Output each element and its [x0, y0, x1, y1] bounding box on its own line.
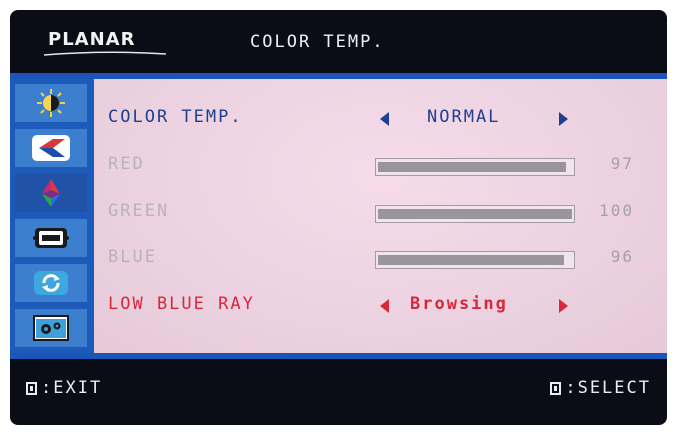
red-slider [375, 158, 575, 176]
arrow-left-icon[interactable] [380, 299, 389, 313]
low-blue-ray-label: LOW BLUE RAY [108, 294, 255, 314]
select-key-icon [550, 381, 562, 395]
exit-label: :EXIT [41, 378, 103, 398]
brightness-contrast-icon [37, 89, 65, 117]
footer-divider [10, 353, 667, 359]
blue-row: BLUE 96 [94, 243, 667, 273]
page-title: COLOR TEMP. [250, 32, 385, 52]
color-icon [42, 179, 60, 207]
blue-slider [375, 251, 575, 269]
color-temp-label: COLOR TEMP. [108, 107, 243, 127]
sidebar-item-setup[interactable] [15, 309, 87, 347]
red-slider-fill [378, 162, 566, 172]
sidebar-item-osd[interactable] [15, 219, 87, 257]
sidebar [10, 79, 94, 353]
sidebar-item-reset[interactable] [15, 264, 87, 302]
red-row: RED 97 [94, 150, 667, 180]
red-label: RED [108, 154, 145, 174]
logo-swoosh [44, 51, 166, 56]
blue-value: 96 [610, 247, 634, 266]
header: PLANAR COLOR TEMP. [10, 10, 667, 76]
red-value: 97 [610, 154, 634, 173]
setup-icon [33, 315, 69, 341]
select-hint: :SELECT [550, 378, 651, 398]
low-blue-ray-row[interactable]: LOW BLUE RAY Browsing [94, 290, 667, 320]
sidebar-item-brightness[interactable] [15, 84, 87, 122]
green-row: GREEN 100 [94, 197, 667, 227]
brand-logo: PLANAR [48, 29, 136, 50]
exit-hint: :EXIT [26, 378, 102, 398]
green-slider-fill [378, 209, 572, 219]
menu-panel: COLOR TEMP. NORMAL RED 97 GREEN 100 BLUE… [94, 79, 667, 353]
color-temp-value: NORMAL [427, 107, 501, 127]
green-slider [375, 205, 575, 223]
sidebar-item-image[interactable] [15, 129, 87, 167]
blue-slider-fill [378, 255, 564, 265]
arrow-left-icon[interactable] [380, 112, 389, 126]
low-blue-ray-value: Browsing [410, 294, 508, 314]
color-temp-row[interactable]: COLOR TEMP. NORMAL [94, 103, 667, 133]
select-label: :SELECT [565, 378, 651, 398]
menu-key-icon [26, 381, 37, 395]
green-value: 100 [599, 201, 634, 220]
arrow-right-icon[interactable] [559, 299, 568, 313]
image-position-icon [32, 135, 70, 161]
green-label: GREEN [108, 201, 170, 221]
sidebar-item-color[interactable] [15, 174, 87, 212]
blue-label: BLUE [108, 247, 157, 267]
reset-icon [34, 271, 68, 295]
osd-window: PLANAR COLOR TEMP. COLOR TEMP. NORMAL RE… [10, 10, 667, 425]
osd-icon [33, 228, 69, 248]
arrow-right-icon[interactable] [559, 112, 568, 126]
